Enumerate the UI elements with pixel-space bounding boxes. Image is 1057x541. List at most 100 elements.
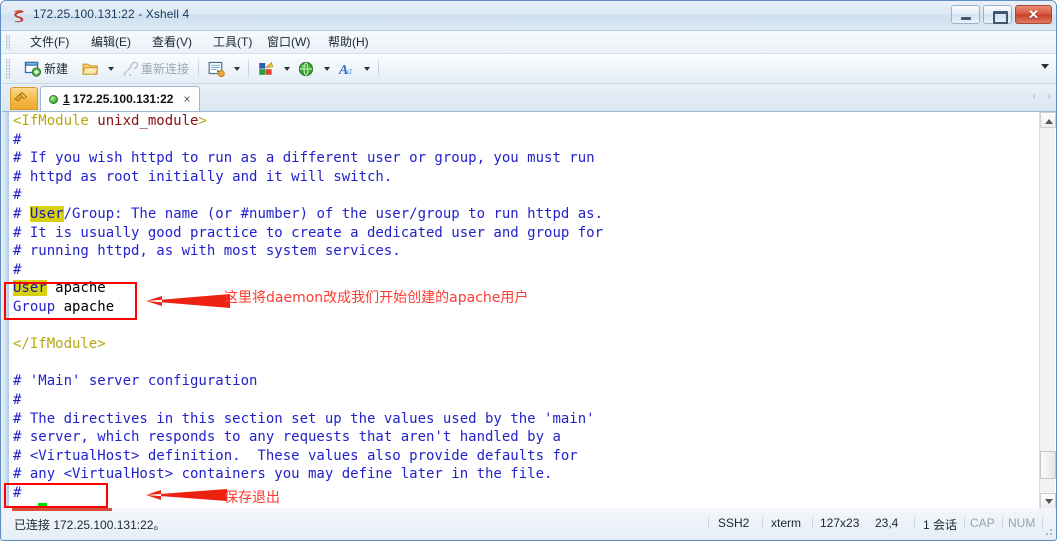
tab-title: 172.25.100.131:22 xyxy=(72,92,174,106)
chevron-up-icon xyxy=(1045,119,1053,124)
terminal-line: # server, which responds to any requests… xyxy=(9,428,1039,447)
scrollbar-thumb[interactable] xyxy=(1040,451,1056,479)
annotation-box-save-quit xyxy=(4,483,108,508)
web-dropdown[interactable] xyxy=(320,57,330,80)
terminal-line: # User/Group: The name (or #number) of t… xyxy=(9,205,1039,224)
annotation-arrow-user-group xyxy=(146,294,230,308)
close-tab-icon[interactable]: × xyxy=(183,92,190,106)
xshell-window: 172.25.100.131:22 - Xshell 4 ✕ 文件(F) 编辑(… xyxy=(0,0,1057,541)
tab-nav: ‹ › xyxy=(1032,91,1051,102)
session-properties-dropdown[interactable] xyxy=(230,57,240,80)
session-properties-button[interactable] xyxy=(208,57,225,80)
close-button[interactable]: ✕ xyxy=(1015,5,1052,24)
terminal-text: # The directives in this section set up … xyxy=(13,410,595,427)
toolbar-grip-handle[interactable] xyxy=(6,59,10,79)
toolbar-separator xyxy=(378,59,379,78)
annotation-arrow-save-quit xyxy=(146,489,227,501)
terminal-text: unixd_module xyxy=(97,113,199,129)
annotation-box-user-group xyxy=(4,282,137,320)
toolbar-overflow-chevron-down-icon[interactable] xyxy=(1041,64,1049,69)
add-tab-button[interactable] xyxy=(10,87,38,110)
new-session-icon xyxy=(24,61,41,77)
session-properties-icon xyxy=(208,61,225,77)
terminal-line: # It is usually good practice to create … xyxy=(9,224,1039,243)
toolbar-separator xyxy=(198,59,199,78)
terminal-scrollbar[interactable] xyxy=(1039,112,1056,509)
terminal-line: # running httpd, as with most system ser… xyxy=(9,242,1039,261)
menu-edit[interactable]: 编辑(E) xyxy=(85,34,137,51)
menu-grip-handle[interactable] xyxy=(6,35,10,50)
status-divider xyxy=(1002,514,1003,531)
menu-tools[interactable]: 工具(T) xyxy=(207,34,258,51)
web-globe-icon xyxy=(298,61,314,76)
terminal-text: # httpd as root initially and it will sw… xyxy=(13,168,393,185)
status-bar: 已连接 172.25.100.131:22。 SSH2 xterm 127x23… xyxy=(2,508,1056,539)
tool-bar: 新建 重新连接 A a xyxy=(2,54,1056,84)
menu-window[interactable]: 窗口(W) xyxy=(261,34,316,51)
terminal-text: # xyxy=(13,187,22,204)
terminal-text: # 'Main' server configuration xyxy=(13,373,258,390)
terminal-line: # xyxy=(9,391,1039,410)
font-letter-icon: A a xyxy=(338,63,352,77)
status-caps-lock: CAP xyxy=(970,516,995,530)
terminal-line: # The directives in this section set up … xyxy=(9,410,1039,429)
xshell-logo-icon xyxy=(13,10,24,23)
chevron-down-icon xyxy=(284,66,290,71)
terminal-text: User xyxy=(29,205,64,222)
new-session-button[interactable]: 新建 xyxy=(24,57,68,80)
minimize-button[interactable] xyxy=(951,5,980,24)
terminal-text: # running httpd, as with most system ser… xyxy=(13,243,401,260)
terminal-text: # any <VirtualHost> containers you may d… xyxy=(13,466,553,483)
layout-dropdown[interactable] xyxy=(280,57,290,80)
terminal-text: <IfModule xyxy=(13,113,98,129)
restore-button[interactable] xyxy=(983,5,1012,24)
status-cursor-position: 23,4 xyxy=(875,516,899,530)
terminal-line: # <VirtualHost> definition. These values… xyxy=(9,447,1039,466)
status-accent-bar xyxy=(12,508,112,511)
menu-view[interactable]: 查看(V) xyxy=(146,34,198,51)
reconnect-label: 重新连接 xyxy=(141,62,190,76)
layout-colors-icon xyxy=(259,61,274,75)
open-session-dropdown[interactable] xyxy=(104,57,114,80)
font-button[interactable]: A a xyxy=(338,57,356,80)
terminal-text: # server, which responds to any requests… xyxy=(13,429,561,446)
terminal-text: # If you wish httpd to run as a differen… xyxy=(13,150,595,167)
open-session-button[interactable] xyxy=(82,57,99,80)
status-protocol: SSH2 xyxy=(718,516,750,530)
session-tab-1[interactable]: 1 172.25.100.131:22 × xyxy=(40,86,201,111)
annotation-user-group-text: 这里将daemon改成我们开始创建的apache用户 xyxy=(224,290,529,306)
terminal-text: # It is usually good practice to create … xyxy=(13,224,604,241)
web-button[interactable] xyxy=(298,57,315,80)
connection-status: 已连接 172.25.100.131:22。 xyxy=(14,518,166,532)
terminal-line: </IfModule> xyxy=(9,335,1039,354)
tab-strip: 1 172.25.100.131:22 × ‹ › xyxy=(2,84,1056,112)
scroll-up-button[interactable] xyxy=(1040,112,1056,128)
menu-file[interactable]: 文件(F) xyxy=(24,34,75,51)
tab-index: 1 xyxy=(63,92,70,106)
menu-help[interactable]: 帮助(H) xyxy=(322,34,375,51)
status-divider xyxy=(812,514,813,531)
menu-bar: 文件(F) 编辑(E) 查看(V) 工具(T) 窗口(W) 帮助(H) xyxy=(2,31,1056,54)
title-bar: 172.25.100.131:22 - Xshell 4 ✕ xyxy=(1,1,1056,31)
terminal-line: <IfModule unixd_module> xyxy=(9,112,1039,131)
reconnect-button[interactable]: 重新连接 xyxy=(122,57,189,80)
font-dropdown[interactable] xyxy=(360,57,370,80)
close-icon: ✕ xyxy=(1028,7,1039,22)
tab-nav-prev[interactable]: ‹ xyxy=(1032,91,1035,102)
terminal-text: # xyxy=(13,261,22,278)
annotation-save-quit-text: 保存退出 xyxy=(224,490,280,506)
status-divider xyxy=(708,514,709,531)
tab-nav-next[interactable]: › xyxy=(1048,91,1051,102)
tab-status-dot-icon xyxy=(49,94,58,104)
layout-button[interactable] xyxy=(258,57,275,80)
terminal-text: /Group: The name (or #number) of the use… xyxy=(63,205,604,222)
terminal-text: # xyxy=(13,131,22,148)
terminal-text: > xyxy=(198,113,207,129)
window-title: 172.25.100.131:22 - Xshell 4 xyxy=(33,7,190,21)
terminal-text: # xyxy=(13,205,30,222)
status-divider xyxy=(964,514,965,531)
scroll-down-button[interactable] xyxy=(1040,493,1056,509)
terminal-line xyxy=(9,317,1039,336)
resize-grip-icon[interactable] xyxy=(1043,526,1053,536)
status-terminal-type: xterm xyxy=(771,516,801,530)
